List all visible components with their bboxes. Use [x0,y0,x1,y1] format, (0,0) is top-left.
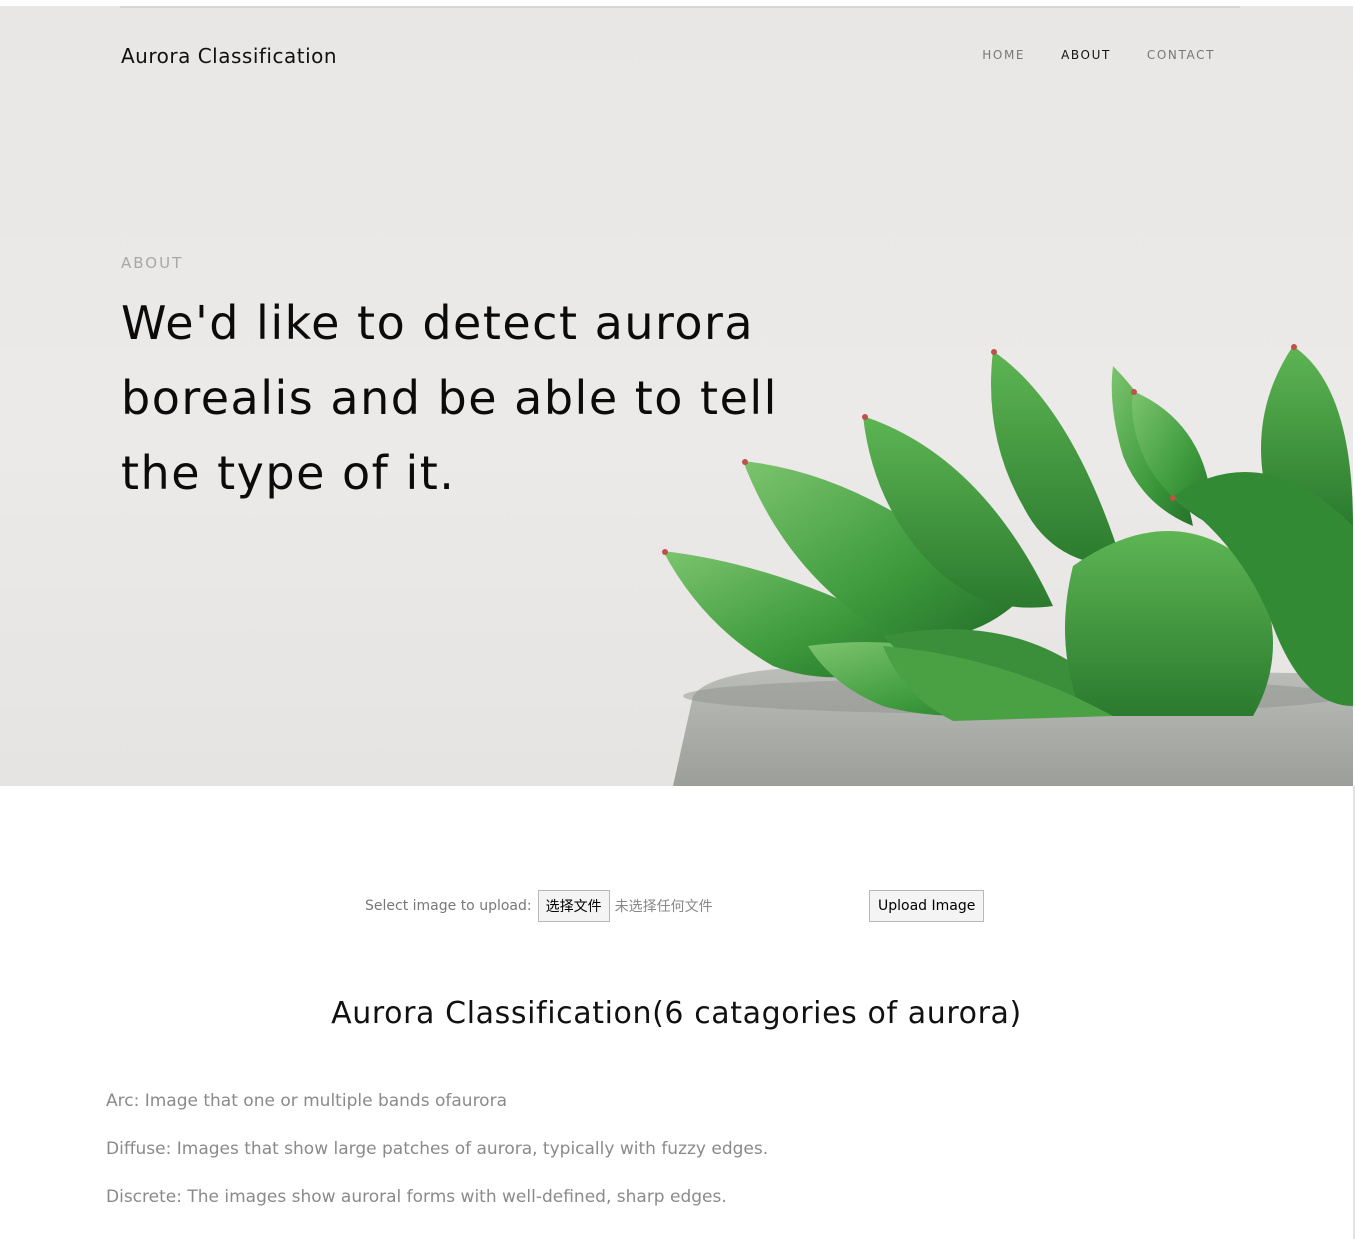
nav-contact[interactable]: CONTACT [1147,48,1215,62]
hero-section: Aurora Classification HOME ABOUT CONTACT… [0,6,1353,786]
category-arc: Arc: Image that one or multiple bands of… [106,1091,507,1111]
upload-label: Select image to upload: [365,898,532,914]
file-status-text: 未选择任何文件 [614,899,713,915]
upload-form: Select image to upload: 选择文件 未选择任何文件 Upl… [365,890,1005,922]
choose-file-button[interactable]: 选择文件 [537,890,610,922]
upload-image-button[interactable]: Upload Image [869,890,985,922]
main-nav: HOME ABOUT CONTACT [982,48,1215,62]
category-discrete: Discrete: The images show auroral forms … [106,1187,727,1207]
category-list: Arc: Image that one or multiple bands of… [106,1088,1246,1232]
section-eyebrow: ABOUT [121,254,184,272]
brand-title[interactable]: Aurora Classification [121,44,337,68]
nav-about[interactable]: ABOUT [1061,48,1111,62]
nav-home[interactable]: HOME [982,48,1025,62]
category-diffuse: Diffuse: Images that show large patches … [106,1139,769,1159]
classification-title: Aurora Classification(6 catagories of au… [331,996,1022,1031]
hero-headline: We'd like to detect aurora borealis and … [121,296,778,500]
